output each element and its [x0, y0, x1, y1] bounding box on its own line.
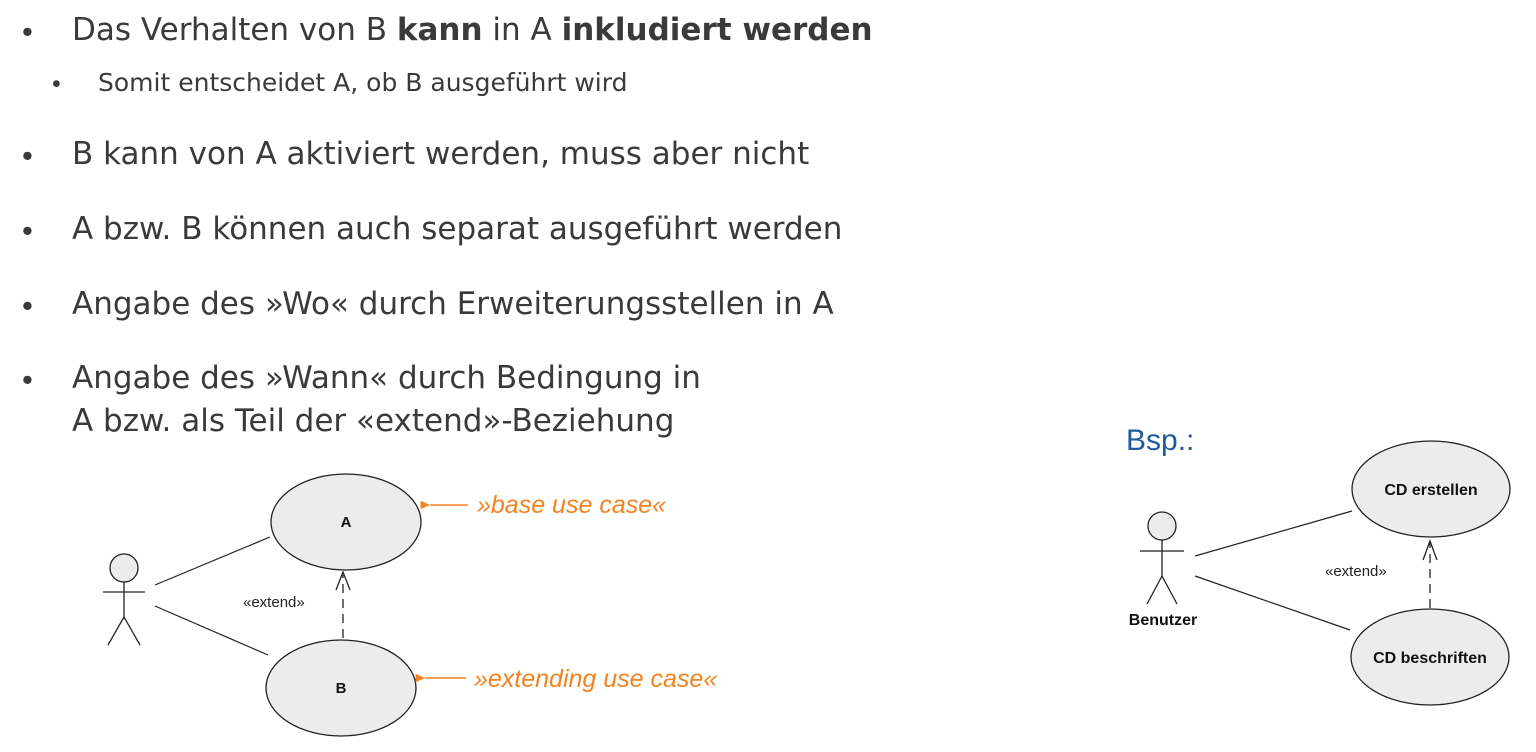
use-case-cd-erstellen-label: CD erstellen	[1384, 482, 1477, 499]
association-line-b	[154, 605, 269, 656]
extend-label: «extend»	[243, 594, 305, 611]
actor-icon	[103, 553, 145, 646]
extend-label-right: «extend»	[1325, 563, 1387, 580]
association-line-a	[154, 536, 271, 586]
extend-diagram-generic: A B «extend» »base use case« »extending …	[103, 424, 1511, 737]
association-line-bottom	[1194, 575, 1351, 631]
use-case-a-label: A	[341, 514, 352, 531]
use-case-cd-beschriften-label: CD beschriften	[1373, 650, 1487, 667]
benutzer-actor-icon	[1140, 511, 1184, 605]
extending-annotation: »extending use case«	[474, 665, 717, 693]
association-line-top	[1194, 510, 1353, 557]
example-label: Bsp.:	[1126, 424, 1194, 457]
base-annotation: »base use case«	[477, 491, 666, 519]
actor-label: Benutzer	[1129, 612, 1197, 629]
use-case-b-label: B	[336, 680, 347, 697]
